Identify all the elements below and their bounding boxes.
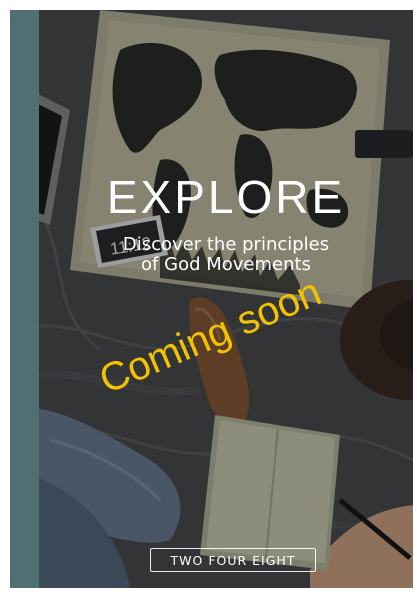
cover-spine xyxy=(10,10,39,588)
publisher-badge: TWO FOUR EIGHT xyxy=(150,548,316,572)
page: 11:12 EXPLORE Discover the principles of… xyxy=(0,0,417,598)
cover-photo: 11:12 xyxy=(10,10,413,588)
cover-subtitle-line-2: of God Movements xyxy=(141,254,311,275)
cover-title: EXPLORE xyxy=(106,171,346,223)
cover-subtitle-line-1: Discover the principles xyxy=(122,234,330,255)
book-cover[interactable]: 11:12 EXPLORE Discover the principles of… xyxy=(10,10,413,588)
cover-subtitle: Discover the principles of God Movements xyxy=(39,235,413,275)
